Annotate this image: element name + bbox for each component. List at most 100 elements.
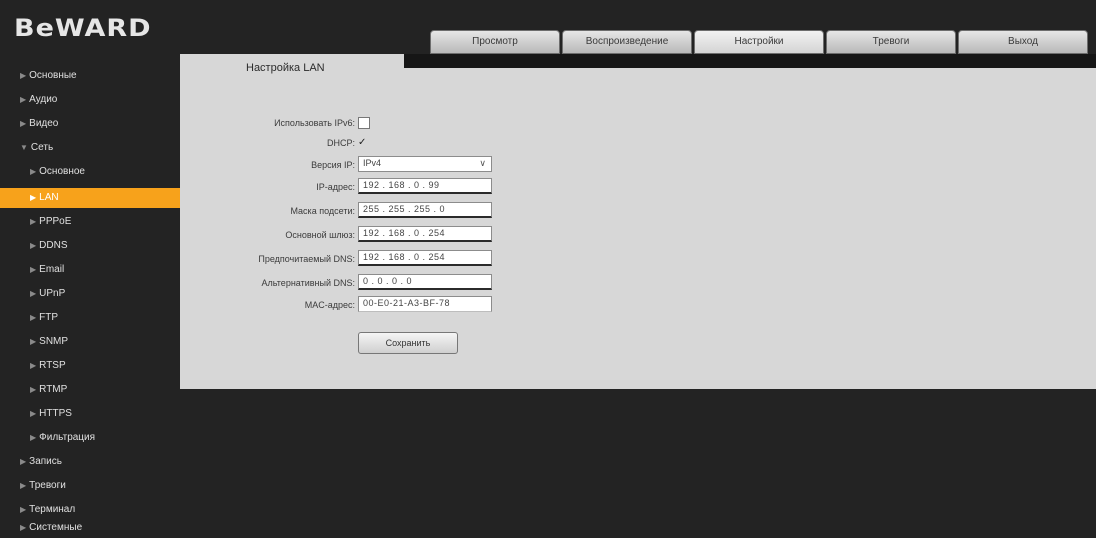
ipv6-checkbox[interactable] (358, 117, 370, 129)
sidebar-item-label: Аудио (29, 94, 58, 105)
chevron-right-icon: ▶ (30, 361, 37, 370)
sidebar-item-snmp[interactable]: ▶ SNMP (0, 332, 210, 352)
chevron-right-icon: ▶ (30, 193, 37, 202)
brand-logo: BeWARD (14, 14, 152, 43)
chevron-right-icon: ▶ (20, 71, 27, 80)
sidebar-item-label: SNMP (39, 336, 69, 347)
tab-view[interactable]: Просмотр (430, 30, 560, 54)
chevron-right-icon: ▶ (30, 241, 37, 250)
chevron-right-icon: ▶ (30, 289, 37, 298)
checkmark-icon: ✓ (358, 137, 367, 148)
sidebar-item-label: DDNS (39, 240, 68, 251)
sidebar-item-label: RTSP (39, 360, 66, 371)
sidebar-item-ftp[interactable]: ▶ FTP (0, 308, 210, 328)
sidebar-item-alarms[interactable]: ▶ Тревоги (0, 476, 200, 496)
chevron-right-icon: ▶ (30, 385, 37, 394)
preferred-dns-field[interactable]: 192 . 168 . 0 . 254 (358, 250, 492, 266)
sidebar-item-basic[interactable]: ▶ Основные (0, 66, 200, 86)
chevron-right-icon: ▶ (20, 481, 27, 490)
sidebar-item-label: Системные (29, 522, 83, 533)
mask-row: Маска подсети: 255 . 255 . 255 . 0 (180, 202, 580, 220)
sidebar-item-audio[interactable]: ▶ Аудио (0, 90, 200, 110)
sidebar-item-ddns[interactable]: ▶ DDNS (0, 236, 210, 256)
chevron-right-icon: ▶ (20, 457, 27, 466)
sidebar-item-label: Тревоги (29, 480, 66, 491)
sidebar-item-network-basic[interactable]: ▶ Основное (0, 162, 210, 182)
chevron-right-icon: ▶ (20, 523, 27, 532)
chevron-right-icon: ▶ (30, 433, 37, 442)
ip-address-field[interactable]: 192 . 168 . 0 . 99 (358, 178, 492, 194)
dhcp-checkbox[interactable]: ✓ (358, 134, 366, 152)
sidebar-item-lan[interactable]: ▶ LAN (0, 188, 210, 208)
ip-row: IP-адрес: 192 . 168 . 0 . 99 (180, 178, 580, 196)
chevron-right-icon: ▶ (20, 95, 27, 104)
sidebar-item-rtsp[interactable]: ▶ RTSP (0, 356, 210, 376)
mac-address-field: 00-E0-21-A3-BF-78 (358, 296, 492, 312)
sidebar-item-video[interactable]: ▶ Видео (0, 114, 200, 134)
chevron-right-icon: ▶ (30, 409, 37, 418)
tab-playback[interactable]: Воспроизведение (562, 30, 692, 54)
sidebar-item-label: Терминал (29, 504, 76, 515)
sidebar-item-label: Фильтрация (39, 432, 96, 443)
sidebar-item-label: Видео (29, 118, 59, 129)
ip-version-value: IPv4 (363, 158, 382, 168)
gateway-row: Основной шлюз: 192 . 168 . 0 . 254 (180, 226, 580, 244)
tab-settings[interactable]: Настройки (694, 30, 824, 54)
alternate-dns-field[interactable]: 0 . 0 . 0 . 0 (358, 274, 492, 290)
mask-label: Маска подсети: (290, 206, 355, 216)
sidebar-item-label: PPPoE (39, 216, 72, 227)
chevron-right-icon: ▶ (30, 217, 37, 226)
sidebar-item-label: Основное (39, 166, 85, 177)
dns1-label: Предпочитаемый DNS: (258, 254, 355, 264)
dns2-label: Альтернативный DNS: (261, 278, 355, 288)
chevron-down-icon: ∨ (479, 158, 486, 168)
dns2-row: Альтернативный DNS: 0 . 0 . 0 . 0 (180, 274, 580, 292)
ip-version-label: Версия IP: (311, 160, 355, 170)
ipv6-row: Использовать IPv6: (180, 114, 580, 132)
mac-label: MAC-адрес: (304, 300, 355, 310)
chevron-right-icon: ▶ (30, 265, 37, 274)
dhcp-label: DHCP: (326, 138, 355, 148)
sidebar-item-network[interactable]: ▼ Сеть (0, 138, 200, 158)
gateway-label: Основной шлюз: (285, 230, 355, 240)
ip-version-row: Версия IP: IPv4 ∨ (180, 156, 580, 174)
sidebar-item-label: Запись (29, 456, 62, 467)
sidebar-item-label: Сеть (30, 142, 54, 153)
sidebar-item-label: UPnP (39, 288, 66, 299)
ip-label: IP-адрес: (316, 182, 355, 192)
chevron-right-icon: ▶ (30, 313, 37, 322)
tab-alarms[interactable]: Тревоги (826, 30, 956, 54)
sidebar-item-label: RTMP (39, 384, 68, 395)
settings-panel: Настройка LAN Использовать IPv6: DHCP: ✓… (180, 54, 1096, 389)
sidebar-item-label: FTP (39, 312, 59, 323)
sidebar-item-pppoe[interactable]: ▶ PPPoE (0, 212, 210, 232)
sidebar-item-rtmp[interactable]: ▶ RTMP (0, 380, 210, 400)
dns1-row: Предпочитаемый DNS: 192 . 168 . 0 . 254 (180, 250, 580, 268)
chevron-down-icon: ▼ (20, 143, 28, 152)
subnet-mask-field[interactable]: 255 . 255 . 255 . 0 (358, 202, 492, 218)
sidebar-item-terminal[interactable]: ▶ Терминал (0, 500, 200, 520)
sidebar-item-record[interactable]: ▶ Запись (0, 452, 200, 472)
chevron-right-icon: ▶ (30, 337, 37, 346)
sidebar-item-label: Email (39, 264, 65, 275)
ip-version-select[interactable]: IPv4 ∨ (358, 156, 492, 172)
chevron-right-icon: ▶ (20, 119, 27, 128)
sidebar-item-label: LAN (39, 192, 59, 203)
sidebar: ▶ Основные ▶ Аудио ▶ Видео ▼ Сеть ▶ Основное … (0, 62, 210, 533)
sidebar-item-email[interactable]: ▶ Email (0, 260, 210, 280)
tab-logout[interactable]: Выход (958, 30, 1088, 54)
chevron-right-icon: ▶ (20, 505, 27, 514)
sidebar-item-https[interactable]: ▶ HTTPS (0, 404, 210, 424)
sidebar-item-upnp[interactable]: ▶ UPnP (0, 284, 210, 304)
top-tabs: Просмотр Воспроизведение Настройки Трево… (430, 30, 1090, 54)
chevron-right-icon: ▶ (30, 167, 37, 176)
sidebar-item-label: HTTPS (39, 408, 72, 419)
sidebar-item-system[interactable]: ▶ Системные (0, 518, 200, 538)
sidebar-item-filter[interactable]: ▶ Фильтрация (0, 428, 210, 448)
sidebar-item-label: Основные (29, 70, 77, 81)
panel-title: Настройка LAN (180, 54, 404, 88)
gateway-field[interactable]: 192 . 168 . 0 . 254 (358, 226, 492, 242)
save-button[interactable]: Сохранить (358, 332, 458, 354)
ipv6-label: Использовать IPv6: (274, 118, 355, 128)
mac-row: MAC-адрес: 00-E0-21-A3-BF-78 (180, 296, 580, 314)
